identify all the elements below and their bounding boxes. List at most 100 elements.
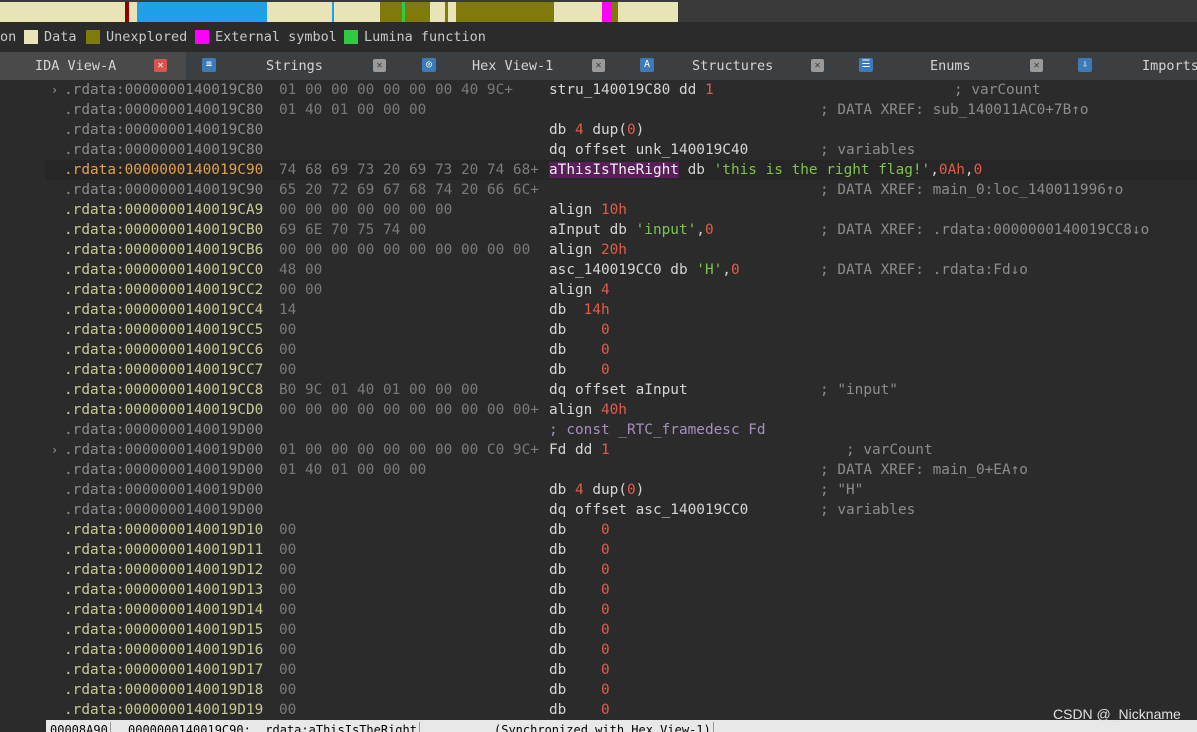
line-instruction[interactable]: db 0 xyxy=(549,600,610,620)
listing-line[interactable]: .rdata:0000000140019C80 01 40 01 00 00 00… xyxy=(46,100,1197,120)
listing-line[interactable]: .rdata:0000000140019D10 00 db 0 xyxy=(46,520,1197,540)
line-instruction[interactable]: db 0 xyxy=(549,360,610,380)
listing-line[interactable]: .rdata:0000000140019C80 db 4 dup(0) xyxy=(46,120,1197,140)
listing-line[interactable]: .rdata:0000000140019C90 74 68 69 73 20 69… xyxy=(46,160,1197,180)
line-instruction[interactable]: db 0 xyxy=(549,580,610,600)
line-bytes: 48 00 xyxy=(279,262,323,278)
listing-line[interactable]: .rdata:0000000140019D00 ; const _RTC_fram… xyxy=(46,420,1197,440)
enums-icon: ☰ xyxy=(859,58,873,72)
line-comment: ; DATA XREF: main_0:loc_140011996↑o xyxy=(820,182,1124,198)
line-instruction[interactable]: db 0 xyxy=(549,700,610,720)
line-instruction[interactable]: aInput db 'input',0 xyxy=(549,220,714,240)
line-bytes: 00 00 xyxy=(279,282,323,298)
listing-line[interactable]: .rdata:0000000140019CC4 14 db 14h xyxy=(46,300,1197,320)
listing-line[interactable]: .rdata:0000000140019D18 00 db 0 xyxy=(46,680,1197,700)
line-instruction[interactable]: align 40h xyxy=(549,400,627,420)
navigation-band-segment xyxy=(618,2,678,22)
listing-line[interactable]: .rdata:0000000140019D14 00 db 0 xyxy=(46,600,1197,620)
line-instruction[interactable]: db 14h xyxy=(549,300,610,320)
expand-chevron-icon[interactable]: › xyxy=(51,440,58,460)
listing-line[interactable]: .rdata:0000000140019CB0 69 6E 70 75 74 00… xyxy=(46,220,1197,240)
navigation-band-segment xyxy=(448,2,456,22)
tab-imports[interactable]: ⇩ Imports xyxy=(1064,52,1197,80)
line-instruction[interactable]: dq offset asc_140019CC0 xyxy=(549,500,748,520)
status-file-offset: 00008A90 xyxy=(48,722,111,732)
line-comment: ; variables xyxy=(820,502,916,518)
listing-line[interactable]: .rdata:0000000140019D19 00 db 0 xyxy=(46,700,1197,720)
listing-line[interactable]: .rdata:0000000140019CC2 00 00 align 4 xyxy=(46,280,1197,300)
close-icon[interactable]: ✕ xyxy=(154,59,167,72)
listing-line[interactable]: .rdata:0000000140019C80 dq offset unk_140… xyxy=(46,140,1197,160)
listing-line[interactable]: › .rdata:0000000140019D00 01 00 00 00 00 0… xyxy=(46,440,1197,460)
line-instruction[interactable]: db 0 xyxy=(549,680,610,700)
listing-line[interactable]: .rdata:0000000140019D00 db 4 dup(0) ; "H" xyxy=(46,480,1197,500)
line-instruction[interactable]: dq offset unk_140019C40 xyxy=(549,140,748,160)
tab-enums[interactable]: ☰ Enums ✕ xyxy=(844,52,1064,80)
line-instruction[interactable]: asc_140019CC0 db 'H',0 xyxy=(549,260,740,280)
tab-strings[interactable]: ≡ Strings ✕ xyxy=(186,52,406,80)
status-sync: (Synchronized with Hex View-1) xyxy=(492,722,714,732)
listing-line[interactable]: .rdata:0000000140019CB6 00 00 00 00 00 00… xyxy=(46,240,1197,260)
line-instruction[interactable]: align 10h xyxy=(549,200,627,220)
line-instruction[interactable]: db 0 xyxy=(549,560,610,580)
line-address: .rdata:0000000140019D18 xyxy=(64,682,264,698)
listing-line[interactable]: .rdata:0000000140019D13 00 db 0 xyxy=(46,580,1197,600)
line-instruction[interactable]: Fd dd 1 xyxy=(549,440,610,460)
line-instruction[interactable]: db 0 xyxy=(549,620,610,640)
expand-chevron-icon[interactable]: › xyxy=(51,80,58,100)
line-instruction[interactable]: db 0 xyxy=(549,540,610,560)
listing-line[interactable]: .rdata:0000000140019CD0 00 00 00 00 00 00… xyxy=(46,400,1197,420)
line-bytes: 01 40 01 00 00 00 xyxy=(279,462,427,478)
line-instruction[interactable]: db 4 dup(0) xyxy=(549,480,644,500)
close-icon[interactable]: ✕ xyxy=(1030,59,1043,72)
listing-line[interactable]: .rdata:0000000140019CA9 00 00 00 00 00 00… xyxy=(46,200,1197,220)
tab-hex-view-1[interactable]: ◎ Hex View-1 ✕ xyxy=(406,52,626,80)
line-instruction[interactable]: stru_140019C80 dd 1 xyxy=(549,80,714,100)
legend-swatch-unexplored xyxy=(86,30,100,44)
listing-line[interactable]: .rdata:0000000140019C90 65 20 72 69 67 68… xyxy=(46,180,1197,200)
listing-line[interactable]: .rdata:0000000140019D12 00 db 0 xyxy=(46,560,1197,580)
line-instruction[interactable]: db 4 dup(0) xyxy=(549,120,644,140)
line-instruction[interactable]: aThisIsTheRight db 'this is the right fl… xyxy=(549,160,982,180)
imports-icon: ⇩ xyxy=(1078,58,1092,72)
listing-line[interactable]: .rdata:0000000140019D00 01 40 01 00 00 00… xyxy=(46,460,1197,480)
listing-line[interactable]: .rdata:0000000140019CC6 00 db 0 xyxy=(46,340,1197,360)
tab-structures[interactable]: A Structures ✕ xyxy=(626,52,844,80)
line-address: .rdata:0000000140019CD0 xyxy=(64,402,264,418)
navigation-band-segment xyxy=(380,2,402,22)
line-address: .rdata:0000000140019D12 xyxy=(64,562,264,578)
tab-ida-view-a[interactable]: IDA View-A ✕ xyxy=(0,52,186,80)
listing-line[interactable]: .rdata:0000000140019D00 dq offset asc_140… xyxy=(46,500,1197,520)
listing-line[interactable]: .rdata:0000000140019CC0 48 00 asc_140019CC… xyxy=(46,260,1197,280)
line-comment: ; variables xyxy=(820,142,916,158)
line-instruction[interactable]: db 0 xyxy=(549,320,610,340)
listing-line[interactable]: › .rdata:0000000140019C80 01 00 00 00 00 0… xyxy=(46,80,1197,100)
close-icon[interactable]: ✕ xyxy=(373,59,386,72)
navigation-band-segment xyxy=(476,2,554,22)
line-instruction[interactable]: dq offset aInput xyxy=(549,380,688,400)
listing-line[interactable]: .rdata:0000000140019D15 00 db 0 xyxy=(46,620,1197,640)
line-instruction[interactable]: db 0 xyxy=(549,520,610,540)
line-comment: ; DATA XREF: .rdata:0000000140019CC8↓o xyxy=(820,222,1150,238)
close-icon[interactable]: ✕ xyxy=(592,59,605,72)
disassembly-listing[interactable]: › .rdata:0000000140019C80 01 00 00 00 00 0… xyxy=(46,80,1197,720)
line-instruction[interactable]: db 0 xyxy=(549,640,610,660)
navigation-band[interactable] xyxy=(0,0,1197,22)
listing-line[interactable]: .rdata:0000000140019D11 00 db 0 xyxy=(46,540,1197,560)
listing-line[interactable]: .rdata:0000000140019D16 00 db 0 xyxy=(46,640,1197,660)
listing-line[interactable]: .rdata:0000000140019CC5 00 db 0 xyxy=(46,320,1197,340)
line-instruction[interactable]: ; const _RTC_framedesc Fd xyxy=(549,420,766,440)
line-instruction[interactable]: align 4 xyxy=(549,280,610,300)
listing-line[interactable]: .rdata:0000000140019CC7 00 db 0 xyxy=(46,360,1197,380)
listing-line[interactable]: .rdata:0000000140019D17 00 db 0 xyxy=(46,660,1197,680)
line-bytes: 00 00 00 00 00 00 00 xyxy=(279,202,453,218)
line-instruction[interactable]: db 0 xyxy=(549,660,610,680)
arrow-gutter xyxy=(0,80,46,720)
listing-line[interactable]: .rdata:0000000140019CC8 B0 9C 01 40 01 00… xyxy=(46,380,1197,400)
line-address: .rdata:0000000140019D17 xyxy=(64,662,264,678)
line-instruction[interactable]: db 0 xyxy=(549,340,610,360)
line-instruction[interactable]: align 20h xyxy=(549,240,627,260)
line-address: .rdata:0000000140019C80 xyxy=(64,82,264,98)
line-address: .rdata:0000000140019CC2 xyxy=(64,282,264,298)
close-icon[interactable]: ✕ xyxy=(811,59,824,72)
